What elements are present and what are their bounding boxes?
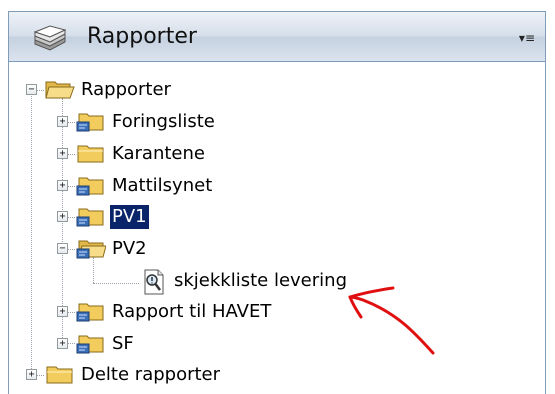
report-folder-icon <box>76 208 104 227</box>
tree-node-delte-rapporter[interactable]: + Delte rapporter <box>9 359 329 391</box>
tree-node-mattilsynet[interactable]: + Mattilsynet <box>9 170 309 202</box>
expand-toggle[interactable]: + <box>57 180 68 191</box>
expand-toggle[interactable]: + <box>57 148 68 159</box>
panel-header: Rapporter ▾≡ <box>8 11 546 62</box>
tree-node-label[interactable]: Foringsliste <box>110 110 217 134</box>
tree-node-label[interactable]: PV2 <box>110 237 149 261</box>
red-arrow-annotation <box>348 286 435 355</box>
reports-panel: Rapporter ▾≡ − Rapporter + Foringsliste … <box>0 0 555 394</box>
report-folder-icon <box>76 113 104 132</box>
report-folder-open-icon <box>76 240 106 259</box>
tree-node-pv2[interactable]: − PV2 <box>9 233 309 265</box>
expand-toggle[interactable]: + <box>57 338 68 349</box>
tree-node-label[interactable]: skjekkliste levering <box>172 269 349 293</box>
report-folder-icon <box>76 303 104 322</box>
tree-node-label[interactable]: Rapporter <box>79 78 173 102</box>
expand-toggle[interactable]: + <box>57 306 68 317</box>
expand-toggle[interactable]: + <box>57 116 68 127</box>
tree-node-label[interactable]: Mattilsynet <box>110 174 214 198</box>
expand-toggle[interactable]: + <box>57 211 68 222</box>
tree-node-label[interactable]: PV1 <box>110 205 149 229</box>
tree-node-foringsliste[interactable]: + Foringsliste <box>9 106 309 138</box>
tree-node-karantene[interactable]: + Karantene <box>9 138 309 170</box>
collapse-toggle[interactable]: − <box>26 84 37 95</box>
panel-menu-button[interactable]: ▾≡ <box>519 28 535 48</box>
collapse-toggle[interactable]: − <box>57 243 68 254</box>
report-document-icon <box>144 269 164 295</box>
folder-icon <box>46 366 73 384</box>
report-tree: − Rapporter + Foringsliste + Karantene +… <box>8 62 546 394</box>
folder-open-icon <box>45 81 75 99</box>
tree-node-skjekkliste-levering[interactable]: skjekkliste levering <box>9 265 349 297</box>
tree-node-pv1[interactable]: + PV1 <box>9 201 309 233</box>
tree-node-label[interactable]: Delte rapporter <box>79 363 222 387</box>
tree-node-rapport-til-havet[interactable]: + Rapport til HAVET <box>9 296 329 328</box>
tree-node-sf[interactable]: + SF <box>9 328 309 360</box>
expand-toggle[interactable]: + <box>26 369 37 380</box>
report-folder-icon <box>76 335 104 354</box>
tree-node-label[interactable]: Karantene <box>110 142 207 166</box>
tree-node-label[interactable]: Rapport til HAVET <box>110 300 273 324</box>
panel-title: Rapporter <box>87 24 197 49</box>
report-folder-icon <box>76 177 104 196</box>
tree-node-rapporter[interactable]: − Rapporter <box>9 74 309 106</box>
books-stack-icon <box>33 25 67 51</box>
tree-node-label[interactable]: SF <box>110 332 136 356</box>
folder-icon <box>77 145 104 163</box>
